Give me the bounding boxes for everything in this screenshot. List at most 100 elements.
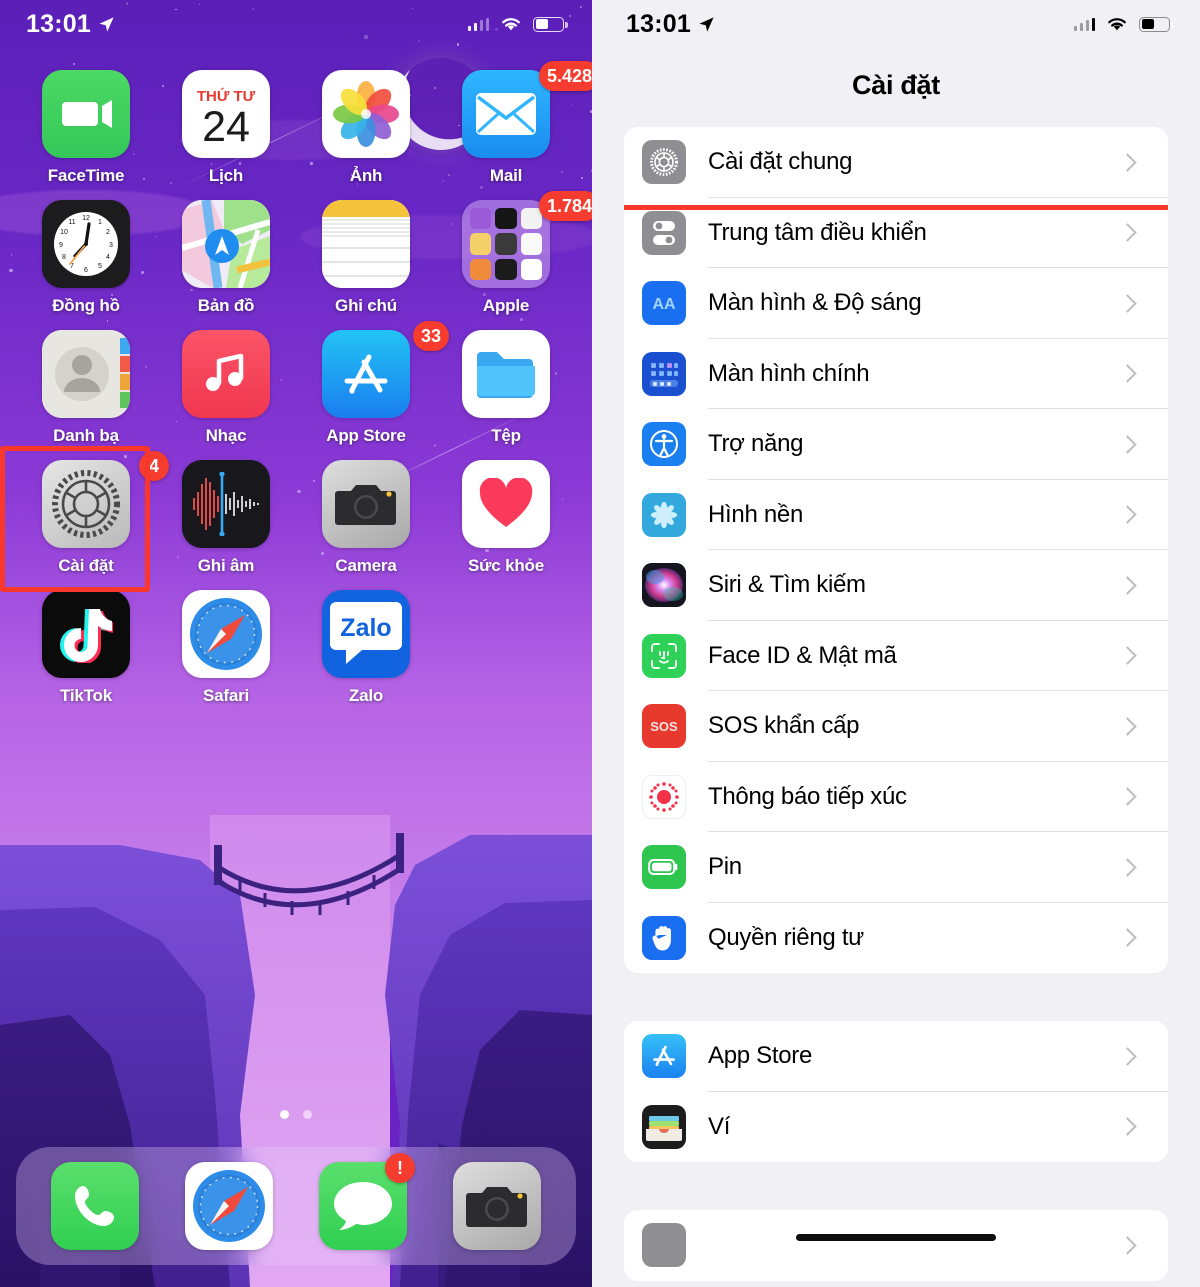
- app-label: Tệp: [491, 426, 521, 445]
- app-clock[interactable]: 12 1 2 345 678 9 10 11 Đồng hồ: [16, 200, 156, 316]
- chevron-right-icon: [1118, 364, 1137, 383]
- app-label: Sức khỏe: [468, 556, 544, 575]
- settings-group-2: App Store Ví: [624, 1021, 1168, 1162]
- dock-app-camera[interactable]: [453, 1162, 541, 1250]
- chevron-right-icon: [1118, 1047, 1137, 1066]
- app-store-icon: [322, 330, 410, 418]
- app-calendar[interactable]: THỨ TƯ 24 Lịch: [156, 70, 296, 186]
- settings-row-display-brightness[interactable]: AA Màn hình & Độ sáng: [624, 268, 1168, 339]
- settings-row-privacy[interactable]: Quyền riêng tư: [624, 902, 1168, 973]
- app-voice-memos[interactable]: Ghi âm: [156, 460, 296, 576]
- status-time: 13:01: [626, 9, 691, 38]
- settings-row-label: Ví: [708, 1112, 731, 1140]
- dock: !: [16, 1147, 576, 1265]
- app-settings[interactable]: 4 Cài đặt: [0, 446, 169, 592]
- settings-row-general[interactable]: Cài đặt chung: [624, 127, 1168, 210]
- settings-row-siri-search[interactable]: Siri & Tìm kiếm: [624, 550, 1168, 621]
- dock-app-phone[interactable]: [51, 1162, 139, 1250]
- partial-row-icon: [642, 1223, 686, 1268]
- home-screen-panel: 13:01 FaceTime THỨ TƯ 24 Lịch Ảnh 5.428 …: [0, 0, 592, 1287]
- svg-text:10: 10: [60, 229, 68, 236]
- app-facetime[interactable]: FaceTime: [16, 70, 156, 186]
- settings-row-wallet[interactable]: Ví: [624, 1091, 1168, 1162]
- svg-text:AA: AA: [652, 296, 676, 313]
- app-label: Zalo: [348, 686, 384, 705]
- home-indicator[interactable]: [796, 1234, 996, 1241]
- folder-apple-icon: [462, 200, 550, 288]
- status-time-group: 13:01: [626, 10, 715, 39]
- app-zalo[interactable]: Zalo Zalo: [296, 590, 436, 706]
- app-music[interactable]: Nhạc: [156, 330, 296, 446]
- settings-row-face-id[interactable]: Face ID & Mật mã: [624, 620, 1168, 691]
- phone-icon: [51, 1162, 139, 1250]
- status-bar-settings: 13:01: [592, 0, 1200, 48]
- app-label: Ảnh: [349, 166, 383, 185]
- chevron-right-icon: [1118, 858, 1137, 877]
- settings-row-battery[interactable]: Pin: [624, 832, 1168, 903]
- page-indicator-dots[interactable]: [0, 1110, 592, 1119]
- app-store-icon: [642, 1034, 686, 1079]
- app-folder-apple[interactable]: 1.784 Apple: [436, 191, 592, 316]
- svg-text:12: 12: [82, 215, 90, 222]
- camera-icon: [453, 1162, 541, 1250]
- settings-row-home-screen[interactable]: Màn hình chính: [624, 338, 1168, 409]
- settings-row-app-store[interactable]: App Store: [624, 1021, 1168, 1092]
- app-files[interactable]: Tệp: [436, 330, 576, 446]
- wifi-icon: [1108, 18, 1126, 31]
- settings-row-label: Màn hình chính: [708, 359, 870, 387]
- app-safari[interactable]: Safari: [156, 590, 296, 706]
- facetime-icon: [42, 70, 130, 158]
- app-app-store[interactable]: 33 App Store: [296, 321, 449, 446]
- app-badge: 33: [412, 321, 449, 351]
- chevron-right-icon: [1118, 717, 1137, 736]
- settings-row-label: Trung tâm điều khiển: [708, 218, 927, 246]
- app-label: FaceTime: [47, 166, 125, 185]
- app-label: Camera: [335, 556, 397, 575]
- display-brightness-icon: AA: [642, 281, 686, 326]
- settings-row-sos[interactable]: SOS SOS khẩn cấp: [624, 691, 1168, 762]
- dock-app-safari[interactable]: [185, 1162, 273, 1250]
- settings-row-label: Quyền riêng tư: [708, 923, 864, 951]
- grid-empty-slot: [436, 590, 576, 706]
- app-mail[interactable]: 5.428 Mail: [436, 61, 592, 186]
- app-maps[interactable]: Bản đồ: [156, 200, 296, 316]
- page-dot-1[interactable]: [280, 1110, 289, 1119]
- tiktok-icon: [42, 590, 130, 678]
- dock-app-messages[interactable]: !: [319, 1153, 415, 1250]
- app-badge: 4: [139, 451, 169, 481]
- settings-row-label: Màn hình & Độ sáng: [708, 289, 922, 317]
- settings-row-wallpaper[interactable]: Hình nền: [624, 479, 1168, 550]
- settings-row-accessibility[interactable]: Trợ năng: [624, 409, 1168, 480]
- app-label: Mail: [489, 166, 523, 185]
- app-label: Lịch: [208, 166, 244, 185]
- face-id-icon: [642, 633, 686, 678]
- page-title: Cài đặt: [852, 70, 940, 100]
- settings-row-control-center[interactable]: Trung tâm điều khiển: [624, 197, 1168, 268]
- settings-list[interactable]: Cài đặt chung Trung tâm điều khiển AA Mà…: [592, 127, 1200, 1281]
- app-contacts[interactable]: Danh bạ: [16, 330, 156, 446]
- calendar-day: 24: [202, 102, 250, 151]
- chevron-right-icon: [1118, 787, 1137, 806]
- svg-text:SOS: SOS: [650, 719, 678, 734]
- svg-text:1: 1: [98, 219, 102, 226]
- app-tiktok[interactable]: TikTok: [16, 590, 156, 706]
- sos-icon: SOS: [642, 704, 686, 749]
- wallpaper-icon: [642, 492, 686, 537]
- camera-icon: [322, 460, 410, 548]
- app-notes[interactable]: Ghi chú: [296, 200, 436, 316]
- page-dot-2[interactable]: [303, 1110, 312, 1119]
- settings-row-exposure-notification[interactable]: Thông báo tiếp xúc: [624, 761, 1168, 832]
- chevron-right-icon: [1118, 153, 1137, 172]
- app-label: Cài đặt: [58, 556, 114, 575]
- app-photos[interactable]: Ảnh: [296, 70, 436, 186]
- location-arrow-icon: [99, 16, 114, 32]
- app-health[interactable]: Sức khỏe: [436, 460, 576, 576]
- contacts-icon: [42, 330, 130, 418]
- settings-row-label: Thông báo tiếp xúc: [708, 782, 907, 810]
- settings-row-partial[interactable]: [624, 1210, 1168, 1281]
- zalo-wordmark: Zalo: [340, 614, 391, 642]
- app-label: Nhạc: [205, 426, 247, 445]
- app-camera[interactable]: Camera: [296, 460, 436, 576]
- svg-text:3: 3: [109, 242, 113, 249]
